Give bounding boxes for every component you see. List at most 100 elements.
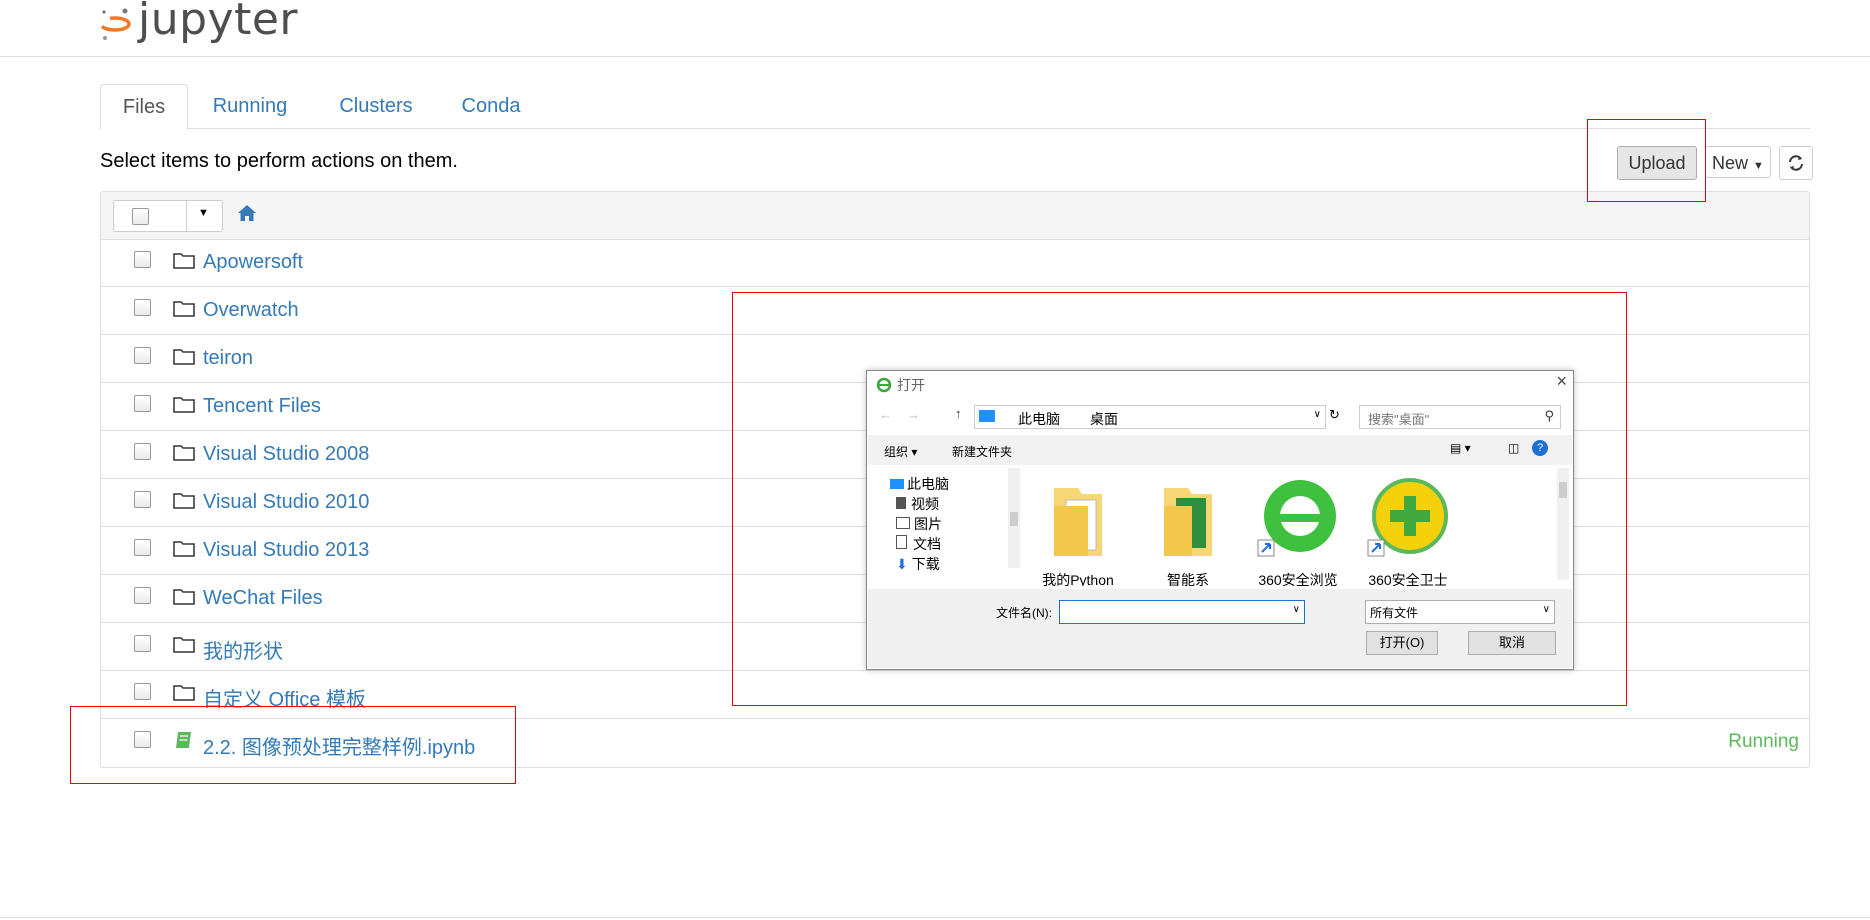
home-icon[interactable] (237, 203, 257, 223)
tree-item-downloads[interactable]: ⬇ 下载 (896, 554, 940, 572)
view-icon[interactable]: ▤ ▾ (1450, 441, 1471, 455)
annotation-box-upload (1587, 119, 1706, 202)
row-checkbox[interactable] (134, 347, 151, 364)
download-icon: ⬇ (896, 556, 908, 572)
file-list-header: ▼ (101, 192, 1809, 240)
new-label: New (1712, 153, 1749, 173)
file-name[interactable]: Visual Studio 2010 (203, 491, 369, 514)
address-bar[interactable]: 此电脑 桌面 ∨ (974, 405, 1326, 429)
file-tile[interactable]: 360安全浏览 (1243, 472, 1353, 586)
caret-down-icon: ▼ (1753, 160, 1764, 172)
file-tile[interactable]: 智能系 (1133, 472, 1243, 586)
file-name[interactable]: teiron (203, 347, 253, 370)
file-name[interactable]: WeChat Files (203, 587, 323, 610)
filename-input[interactable]: ∨ (1059, 600, 1305, 624)
open-file-dialog: 打开 × ← → ↑ 此电脑 桌面 ∨ ↻ 搜索"桌面" ⚲ 组织 ▾ 新建文件… (866, 370, 1574, 670)
chevron-down-icon: ∨ (1542, 604, 1550, 615)
file-tile[interactable]: 我的Python (1023, 472, 1133, 586)
close-icon[interactable]: × (1556, 371, 1567, 392)
jupyter-logo-icon[interactable] (98, 4, 132, 44)
tree-item-pictures[interactable]: 图片 (896, 514, 942, 534)
organize-button[interactable]: 组织 ▾ (884, 443, 917, 460)
security-360-icon (1367, 478, 1448, 557)
folder-icon (173, 445, 195, 461)
navigation-tree: 此电脑 视频 图片 文档 ⬇ 下载 (868, 468, 1023, 586)
dialog-bottom-bar: 文件名(N): ∨ 所有文件 ∨ 打开(O) 取消 (868, 589, 1572, 668)
row-checkbox[interactable] (134, 299, 151, 316)
up-icon[interactable]: ↑ (955, 406, 962, 421)
tab-conda[interactable]: Conda (446, 84, 536, 128)
row-checkbox[interactable] (134, 539, 151, 556)
file-name[interactable]: Tencent Files (203, 395, 321, 418)
refresh-button[interactable] (1779, 146, 1813, 180)
folder-icon (173, 493, 195, 509)
select-all-dropdown[interactable]: ▼ (113, 200, 223, 232)
row-checkbox[interactable] (134, 683, 151, 700)
running-status: Running (1728, 731, 1799, 752)
address-part[interactable]: 桌面 (1090, 409, 1118, 429)
footer-divider (0, 917, 1870, 918)
folder-icon (173, 301, 195, 317)
file-row[interactable]: Apowersoft (101, 239, 1809, 287)
row-checkbox[interactable] (134, 395, 151, 412)
file-name[interactable]: Visual Studio 2008 (203, 443, 369, 466)
select-all-checkbox[interactable] (132, 208, 149, 225)
tab-files[interactable]: Files (100, 84, 188, 130)
logo-text[interactable]: jupyter (138, 0, 298, 45)
chevron-down-icon[interactable]: ∨ (1314, 409, 1321, 420)
grid-scrollbar[interactable] (1557, 468, 1569, 580)
divider (186, 201, 187, 231)
row-checkbox[interactable] (134, 251, 151, 268)
new-dropdown-button[interactable]: New ▼ (1705, 146, 1771, 178)
preview-pane-icon[interactable]: ◫ (1508, 441, 1519, 455)
folder-icon (173, 397, 195, 413)
row-checkbox[interactable] (134, 587, 151, 604)
new-folder-button[interactable]: 新建文件夹 (952, 443, 1012, 460)
file-name[interactable]: 我的形状 (203, 635, 283, 664)
cancel-button[interactable]: 取消 (1468, 631, 1556, 655)
back-icon[interactable]: ← (879, 407, 892, 422)
folder-icon (173, 349, 195, 365)
tab-running[interactable]: Running (200, 84, 300, 128)
computer-icon (890, 479, 904, 489)
reload-icon[interactable]: ↻ (1329, 407, 1340, 423)
caret-down-icon[interactable]: ▼ (198, 207, 209, 219)
file-tile[interactable]: 360安全卫士 (1353, 472, 1463, 586)
computer-icon (979, 410, 995, 422)
tree-item-this-pc[interactable]: 此电脑 (890, 474, 949, 494)
forward-icon[interactable]: → (907, 407, 920, 422)
document-icon (896, 535, 907, 549)
folder-icon (173, 253, 195, 269)
ie-icon (876, 377, 892, 393)
address-part[interactable]: 此电脑 (1018, 409, 1060, 429)
tree-scrollbar[interactable] (1008, 468, 1020, 568)
folder-icon (1054, 488, 1102, 556)
help-icon[interactable]: ? (1532, 440, 1548, 456)
selection-hint: Select items to perform actions on them. (100, 150, 458, 172)
file-name[interactable]: Apowersoft (203, 251, 303, 274)
file-name[interactable]: Visual Studio 2013 (203, 539, 369, 562)
folder-icon (1164, 488, 1212, 556)
tile-caption: 360安全卫士 (1368, 572, 1448, 586)
tab-clusters[interactable]: Clusters (326, 84, 426, 128)
tree-item-videos[interactable]: 视频 (896, 494, 939, 514)
search-input[interactable]: 搜索"桌面" ⚲ (1359, 405, 1561, 429)
tree-item-documents[interactable]: 文档 (896, 534, 941, 554)
row-checkbox[interactable] (134, 443, 151, 460)
search-placeholder: 搜索"桌面" (1368, 412, 1430, 427)
open-button[interactable]: 打开(O) (1366, 631, 1438, 655)
folder-icon (173, 637, 195, 653)
file-name[interactable]: Overwatch (203, 299, 299, 322)
folder-icon (173, 685, 195, 701)
browser-360-icon (1257, 480, 1336, 557)
chevron-down-icon[interactable]: ∨ (1293, 604, 1300, 615)
dialog-title: 打开 (897, 377, 925, 393)
annotation-box-notebook (70, 706, 516, 784)
filename-label: 文件名(N): (996, 606, 1052, 620)
picture-icon (896, 517, 910, 529)
filetype-select[interactable]: 所有文件 ∨ (1365, 600, 1555, 624)
row-checkbox[interactable] (134, 635, 151, 652)
row-checkbox[interactable] (134, 491, 151, 508)
tab-bar: Files Running Clusters Conda (100, 84, 1810, 130)
tile-caption: 智能系 (1167, 572, 1209, 586)
